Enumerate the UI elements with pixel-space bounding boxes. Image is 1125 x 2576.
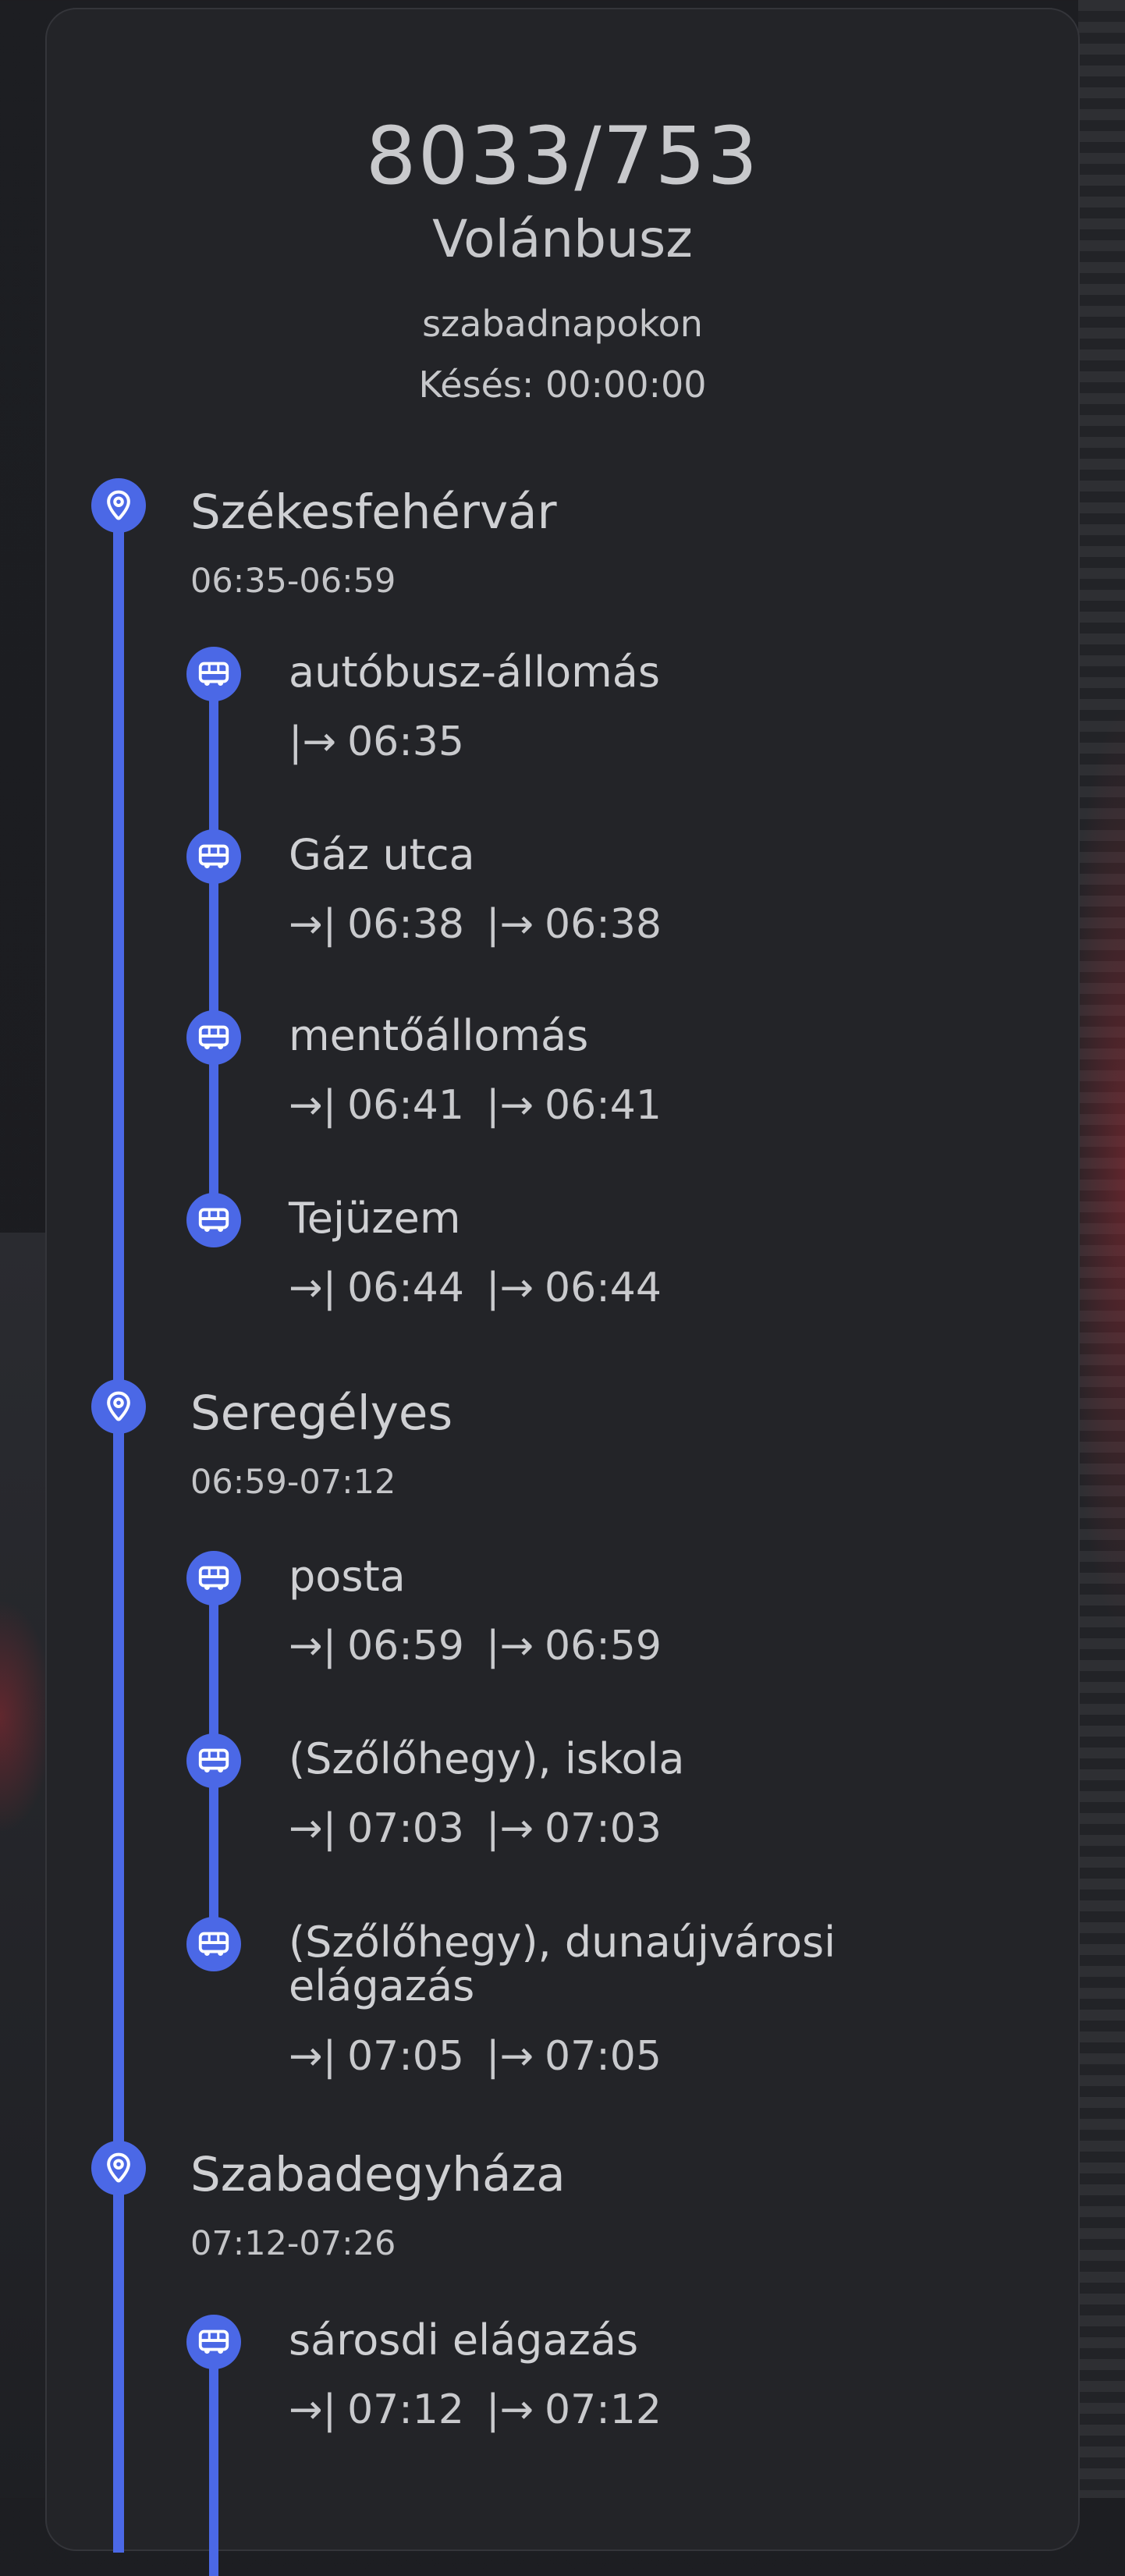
departure-symbol: |→ (485, 1265, 534, 1311)
arrival-time: 07:05 (347, 2033, 464, 2080)
departure-symbol: |→ (485, 1805, 534, 1852)
operator-name: Volánbusz (432, 209, 693, 269)
stop-name[interactable]: (Szőlőhegy), dunaújvárosi elágazás (289, 1921, 928, 2008)
town-time-range: 06:59-07:12 (190, 1463, 396, 1502)
bus-icon (186, 1733, 241, 1788)
arrival-time: 06:44 (347, 1265, 464, 1311)
bus-icon (186, 1010, 241, 1065)
bus-icon (186, 1551, 241, 1606)
stop-name[interactable]: Tejüzem (289, 1197, 991, 1240)
bus-icon (186, 1193, 241, 1247)
arrival-symbol: →| (289, 1265, 337, 1311)
arrival-symbol: →| (289, 2033, 337, 2080)
stop-times: →| 07:03 |→ 07:03 (289, 1808, 662, 1849)
town-name: Székesfehérvár (190, 484, 557, 540)
map-pin-icon (91, 478, 146, 533)
stop-name[interactable]: posta (289, 1555, 991, 1598)
background-building-left (0, 1233, 47, 2498)
town-time-range: 06:35-06:59 (190, 562, 396, 601)
timeline-sub-line (209, 693, 218, 1239)
departure-time: 07:03 (545, 1805, 662, 1852)
town-time-range: 07:12-07:26 (190, 2224, 396, 2263)
arrival-time: 07:03 (347, 1805, 464, 1852)
town-name: Szabadegyháza (190, 2147, 566, 2202)
departure-time: 06:44 (545, 1265, 662, 1311)
departure-time: 07:05 (545, 2033, 662, 2080)
bus-icon (186, 647, 241, 701)
departure-symbol: |→ (485, 1082, 534, 1129)
departure-symbol: |→ (485, 1623, 534, 1669)
arrival-symbol: →| (289, 901, 337, 948)
stop-name[interactable]: sárosdi elágazás (289, 2319, 991, 2362)
departure-time: 07:12 (545, 2386, 662, 2433)
arrival-symbol: →| (289, 2386, 337, 2433)
departure-time: 06:59 (545, 1623, 662, 1669)
map-pin-icon (91, 2141, 146, 2195)
trip-details-card: 8033/753 Volánbusz szabadnapokon Késés: … (45, 8, 1080, 2576)
map-pin-icon (91, 1379, 146, 1434)
arrival-symbol: →| (289, 1082, 337, 1129)
departure-symbol: |→ (485, 2033, 534, 2080)
arrival-time: 07:12 (347, 2386, 464, 2433)
arrival-time: 06:59 (347, 1623, 464, 1669)
delay-status: Késés: 00:00:00 (418, 364, 707, 406)
arrival-symbol: →| (289, 1805, 337, 1852)
bus-icon (186, 829, 241, 884)
stop-times: →| 07:05 |→ 07:05 (289, 2036, 662, 2077)
timeline-sub-line (209, 2342, 218, 2576)
service-days: szabadnapokon (422, 303, 703, 345)
departure-symbol: |→ (485, 2386, 534, 2433)
departure-time: 06:35 (347, 719, 464, 765)
stop-name[interactable]: Gáz utca (289, 833, 991, 877)
stop-times: →| 06:44 |→ 06:44 (289, 1268, 662, 1308)
stop-name[interactable]: (Szőlőhegy), iskola (289, 1737, 991, 1781)
timeline-main-line (113, 509, 124, 2553)
arrival-time: 06:38 (347, 901, 464, 948)
stop-name[interactable]: mentőállomás (289, 1014, 991, 1058)
arrival-time: 06:41 (347, 1082, 464, 1129)
stop-name[interactable]: autóbusz-állomás (289, 651, 991, 694)
bus-icon (186, 1917, 241, 1971)
departure-symbol: |→ (485, 901, 534, 948)
stop-times: |→ 06:35 (289, 722, 464, 762)
departure-symbol: |→ (289, 719, 337, 765)
town-name: Seregélyes (190, 1386, 453, 1441)
arrival-symbol: →| (289, 1623, 337, 1669)
stop-times: →| 06:41 |→ 06:41 (289, 1085, 662, 1126)
route-number: 8033/753 (365, 110, 760, 203)
stop-times: →| 06:59 |→ 06:59 (289, 1626, 662, 1666)
departure-time: 06:38 (545, 901, 662, 948)
departure-time: 06:41 (545, 1082, 662, 1129)
stop-times: →| 07:12 |→ 07:12 (289, 2390, 662, 2430)
stop-times: →| 06:38 |→ 06:38 (289, 904, 662, 945)
bus-icon (186, 2315, 241, 2369)
